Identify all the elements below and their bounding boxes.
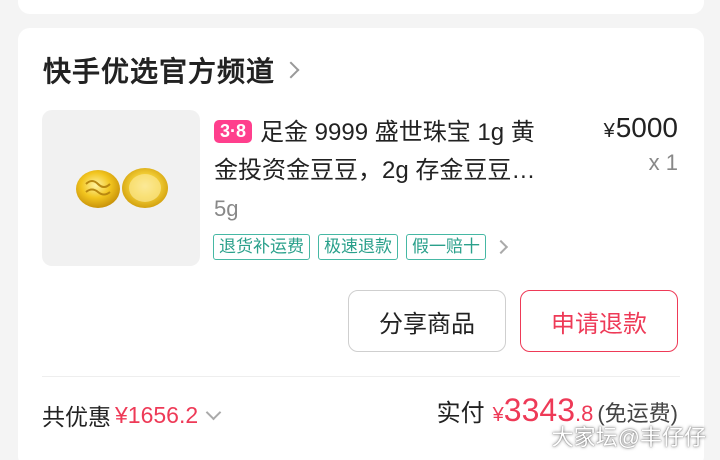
product-thumbnail[interactable] bbox=[42, 110, 200, 266]
paid-currency: ¥ bbox=[492, 404, 504, 426]
product-title-line2[interactable]: 金投资金豆豆，2g 存金豆豆… bbox=[214, 150, 535, 185]
tag-fast-refund: 极速退款 bbox=[318, 234, 398, 260]
product-price: ¥5000 bbox=[604, 112, 678, 144]
product-spec: 5g bbox=[214, 196, 239, 221]
product-quantity: x 1 bbox=[648, 150, 678, 175]
service-tags[interactable]: 退货补运费 极速退款 假一赔十 bbox=[213, 234, 509, 260]
product-title-line1[interactable]: 3·8 足金 9999 盛世珠宝 1g 黄 bbox=[214, 112, 535, 147]
request-refund-button[interactable]: 申请退款 bbox=[520, 290, 678, 352]
chevron-right-icon bbox=[493, 239, 509, 255]
discount-amount: ¥1656.2 bbox=[115, 401, 199, 428]
gold-beans-image bbox=[76, 168, 168, 208]
tag-fake-compensation: 假一赔十 bbox=[406, 234, 486, 260]
product-title-text1: 足金 9999 盛世珠宝 1g 黄 bbox=[260, 119, 535, 146]
price-value: 5000 bbox=[615, 112, 678, 143]
divider bbox=[42, 376, 680, 377]
womens-day-badge: 3·8 bbox=[214, 120, 253, 143]
discount-toggle[interactable]: 共优惠 ¥1656.2 bbox=[42, 398, 222, 432]
currency-symbol: ¥ bbox=[603, 120, 615, 142]
shop-name: 快手优选官方频道 bbox=[43, 56, 276, 87]
order-card: 快手优选官方频道 3·8 足金 9999 盛世珠宝 1g 黄 金投资金豆豆，2g… bbox=[18, 28, 704, 460]
share-product-button[interactable]: 分享商品 bbox=[348, 290, 506, 352]
chevron-right-icon bbox=[282, 61, 300, 79]
chevron-down-icon bbox=[205, 404, 222, 420]
tag-return-shipping: 退货补运费 bbox=[213, 234, 310, 260]
shop-header-link[interactable]: 快手优选官方频道 bbox=[43, 50, 300, 90]
paid-label: 实付 bbox=[436, 400, 485, 427]
watermark: 大家坛@丰仔仔 bbox=[551, 425, 706, 450]
discount-label: 共优惠 bbox=[42, 404, 111, 430]
previous-order-card bbox=[18, 0, 704, 14]
